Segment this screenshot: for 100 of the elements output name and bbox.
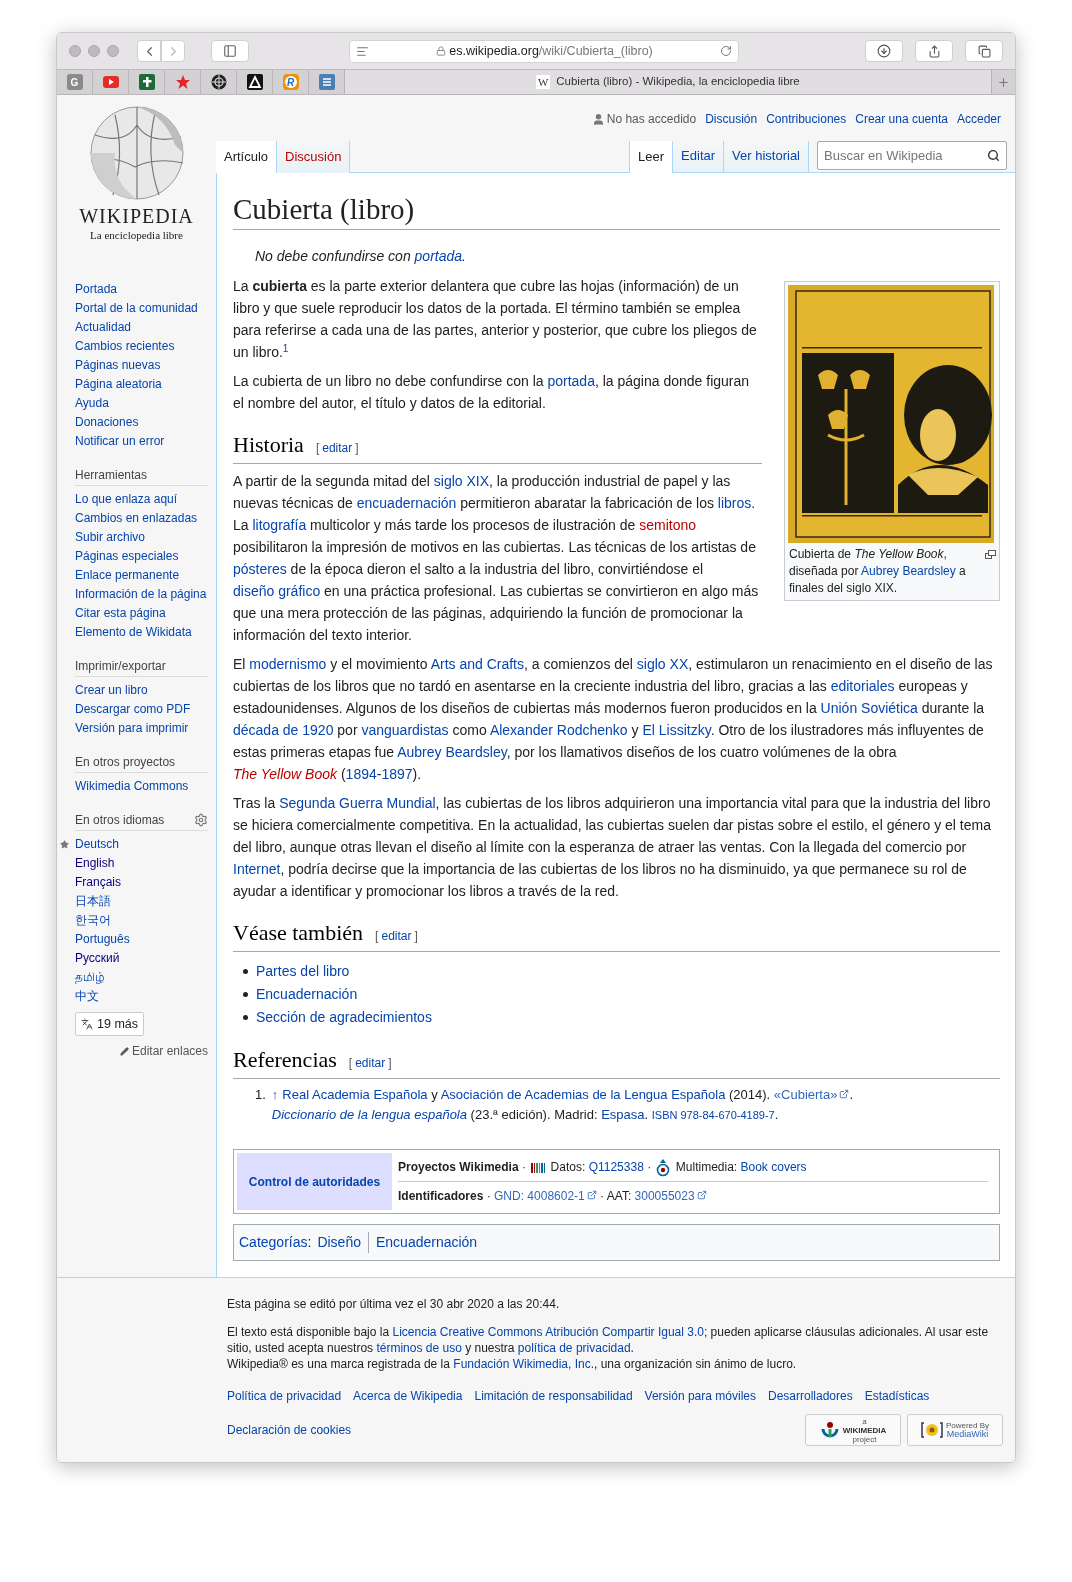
reader-icon[interactable] — [356, 44, 369, 58]
external-link[interactable]: GND: 4008602-1 — [494, 1189, 597, 1203]
external-link[interactable]: 300055023 — [634, 1189, 707, 1203]
search-icon[interactable] — [987, 149, 1000, 162]
language-link[interactable]: 日本語 — [75, 892, 208, 911]
link[interactable]: The Yellow Book — [233, 766, 338, 782]
edit-link[interactable]: editar — [322, 439, 353, 457]
address-bar[interactable]: es.wikipedia.org/wiki/Cubierta_(libro) — [349, 39, 739, 63]
search-field[interactable]: Buscar en Wikipedia — [817, 141, 1007, 170]
powered-by-badge[interactable]: Powered By MediaWiki — [907, 1414, 1003, 1446]
external-link[interactable]: «Cubierta» — [773, 1087, 850, 1102]
browser-tab[interactable]: W Cubierta (libro) - Wikipedia, la enciclopedia libre — [345, 70, 991, 94]
language-link[interactable]: Deutsch — [75, 835, 208, 854]
edit-links-link[interactable]: Editar enlaces — [131, 1042, 208, 1060]
sidebar-link[interactable]: Lo que enlaza aquí — [75, 490, 208, 509]
download-button[interactable] — [865, 40, 903, 62]
sidebar-link[interactable]: Portada — [75, 280, 208, 299]
favicon[interactable]: R — [282, 74, 299, 90]
link[interactable]: Sección de agradecimientos — [256, 1006, 432, 1029]
sidebar-link[interactable]: Páginas especiales — [75, 547, 208, 566]
page-tab[interactable]: Discusión — [277, 141, 351, 173]
link[interactable]: editoriales — [830, 678, 895, 694]
language-link[interactable]: 中文 — [75, 987, 208, 1006]
page-tab[interactable]: Editar — [672, 141, 724, 173]
sidebar-link[interactable]: Versión para imprimir — [75, 719, 208, 738]
link[interactable]: diseño gráfico — [233, 583, 321, 599]
tabs-button[interactable] — [965, 40, 1003, 62]
enlarge-icon[interactable] — [985, 550, 996, 559]
link[interactable]: Partes del libro — [256, 960, 350, 983]
category-link[interactable]: Diseño — [317, 1232, 368, 1253]
wordmark[interactable]: WIKIPEDIA — [79, 205, 194, 227]
link[interactable]: Unión Soviética — [820, 700, 918, 716]
link[interactable]: Encuadernación — [256, 983, 358, 1006]
sidebar-link[interactable]: Enlace permanente — [75, 566, 208, 585]
sidebar-link[interactable]: Ayuda — [75, 394, 208, 413]
link[interactable]: Licencia Creative Commons Atribución Compartir Igual 3.0 — [392, 1325, 704, 1339]
sidebar-link[interactable]: Cambios en enlazadas — [75, 509, 208, 528]
link[interactable]: encuadernación — [356, 495, 457, 511]
language-link[interactable]: 한국어 — [75, 911, 208, 930]
sidebar-link[interactable]: Portal de la comunidad — [75, 299, 208, 318]
edit-link[interactable]: editar — [381, 927, 412, 945]
footer-link[interactable]: Limitación de responsabilidad — [474, 1388, 633, 1404]
link[interactable]: pósteres — [233, 561, 287, 577]
sidebar-link[interactable]: Páginas nuevas — [75, 356, 208, 375]
footnote-link[interactable]: 1 — [282, 343, 289, 354]
user-link[interactable]: Contribuciones — [766, 110, 847, 128]
link[interactable]: Arts and Crafts — [430, 656, 524, 672]
sidebar-link[interactable]: Página aleatoria — [75, 375, 208, 394]
category-link[interactable]: Encuadernación — [367, 1232, 485, 1253]
link[interactable]: 1897 — [381, 766, 413, 782]
sidebar-link[interactable]: Actualidad — [75, 318, 208, 337]
link[interactable]: modernismo — [249, 656, 327, 672]
settings-icon[interactable] — [194, 813, 208, 827]
link[interactable]: Diccionario de la lengua española — [271, 1107, 467, 1122]
link[interactable]: semitono — [639, 517, 697, 533]
user-link[interactable]: Crear una cuenta — [855, 110, 948, 128]
sidebar-link[interactable]: Subir archivo — [75, 528, 208, 547]
footer-link[interactable]: Estadísticas — [864, 1388, 930, 1404]
footer-link[interactable]: Política de privacidad — [227, 1388, 342, 1404]
sidebar-link[interactable]: Elemento de Wikidata — [75, 623, 208, 642]
link[interactable]: litografía — [252, 517, 307, 533]
link[interactable]: Asociación de Academias de la Lengua Española — [440, 1087, 726, 1102]
link[interactable]: portada — [547, 373, 595, 389]
user-link[interactable]: Discusión — [705, 110, 758, 128]
user-link[interactable]: Acceder — [956, 110, 1001, 128]
link[interactable]: El Lissitzky — [642, 722, 711, 738]
share-button[interactable] — [915, 40, 953, 62]
powered-by-badge[interactable]: a WIKIMEDIA project — [805, 1414, 901, 1446]
language-link[interactable]: Français — [75, 873, 208, 892]
sidebar-link[interactable]: Cambios recientes — [75, 337, 208, 356]
sidebar-link[interactable]: Citar esta página — [75, 604, 208, 623]
sidebar-link[interactable]: Crear un libro — [75, 681, 208, 700]
footer-link[interactable]: Desarrolladores — [767, 1388, 853, 1404]
page-tab[interactable]: Ver historial — [723, 141, 808, 173]
language-link[interactable]: Português — [75, 930, 208, 949]
wheel-icon[interactable] — [210, 74, 227, 90]
link[interactable]: 1894 — [345, 766, 377, 782]
link[interactable]: Alexander Rodchenko — [489, 722, 628, 738]
link[interactable]: década de 1920 — [233, 722, 334, 738]
star-icon[interactable] — [174, 74, 191, 90]
back-link[interactable]: ↑ — [271, 1087, 279, 1102]
sidebar-link[interactable]: Descargar como PDF — [75, 700, 208, 719]
footer-link[interactable]: Acerca de Wikipedia — [353, 1388, 463, 1404]
sidebar-link[interactable]: Donaciones — [75, 413, 208, 432]
reload-icon[interactable] — [720, 45, 732, 57]
link[interactable]: Espasa — [601, 1107, 645, 1122]
link[interactable]: Real Academia Española — [282, 1087, 428, 1102]
sidebar-link[interactable]: Wikimedia Commons — [75, 777, 208, 796]
back-button[interactable] — [137, 40, 161, 62]
list-icon[interactable] — [318, 74, 335, 90]
sidebar-button[interactable] — [211, 40, 249, 62]
link[interactable]: Fundación Wikimedia, Inc. — [453, 1357, 595, 1371]
language-link[interactable]: English — [75, 854, 208, 873]
footer-link[interactable]: Declaración de cookies — [227, 1422, 805, 1438]
edit-link[interactable]: editar — [355, 1054, 386, 1072]
page-tab[interactable]: Artículo — [216, 141, 278, 173]
language-link[interactable]: தமிழ் — [75, 968, 208, 987]
cross-icon[interactable] — [138, 74, 155, 90]
isbn-link[interactable]: ISBN 978-84-670-4189-7 — [651, 1109, 775, 1121]
footer-link[interactable]: Versión para móviles — [644, 1388, 756, 1404]
